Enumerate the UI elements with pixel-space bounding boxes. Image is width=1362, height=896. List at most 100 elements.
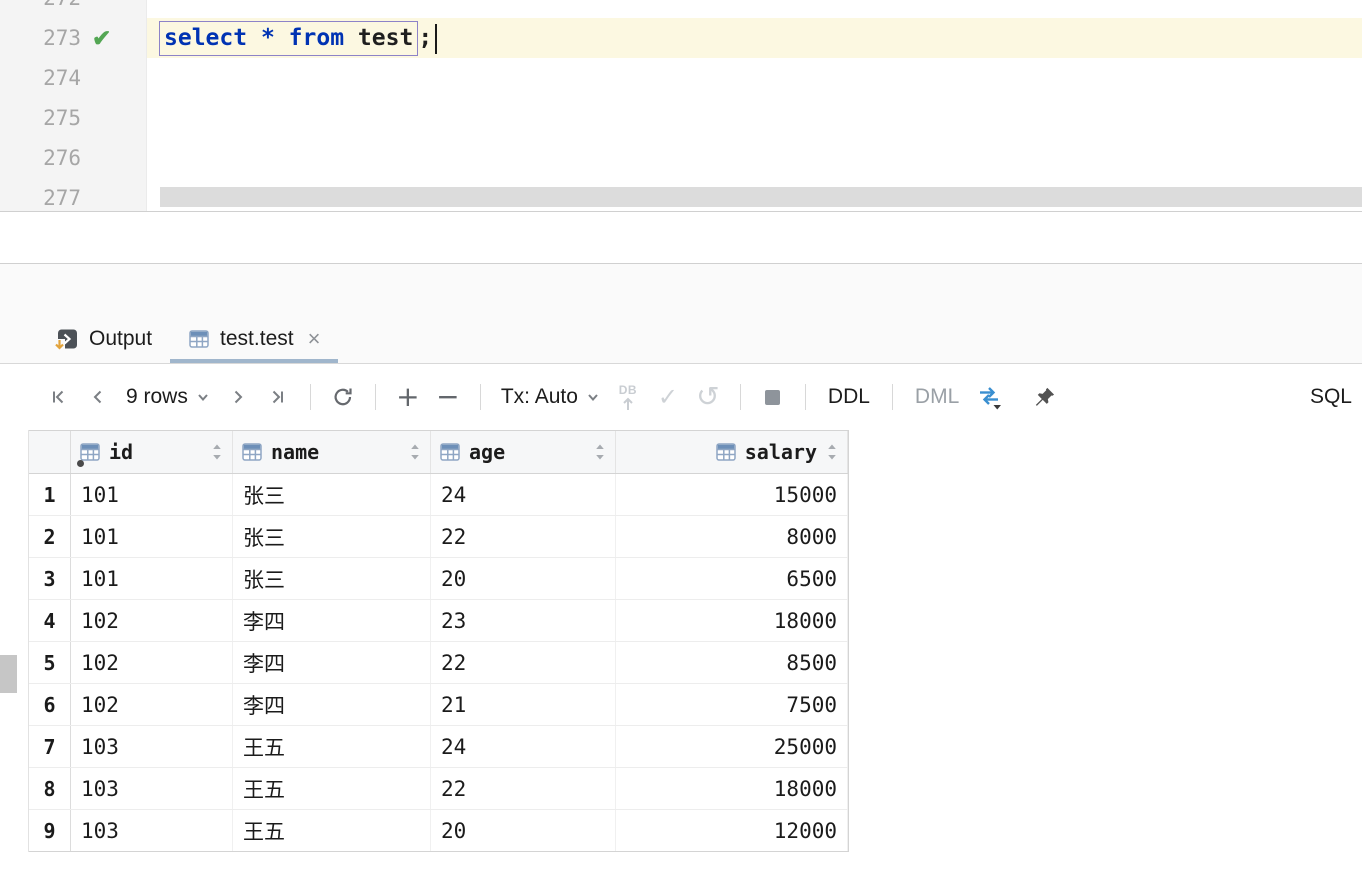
grid-cell-salary[interactable]: 7500 <box>616 684 848 725</box>
grid-cell-id[interactable]: 101 <box>71 516 233 557</box>
table-row[interactable]: 8103王五2218000 <box>29 768 848 810</box>
grid-cell-salary[interactable]: 18000 <box>616 768 848 809</box>
grid-cell-age[interactable]: 22 <box>431 768 616 809</box>
dml-button[interactable]: DML <box>905 385 969 409</box>
grid-cell-name[interactable]: 李四 <box>233 684 431 725</box>
reload-data-button[interactable] <box>326 377 360 417</box>
table-row[interactable]: 5102李四228500 <box>29 642 848 684</box>
grid-cell-id[interactable]: 102 <box>71 642 233 683</box>
semicolon-token: ; <box>418 25 432 51</box>
gutter-line: 272 <box>0 0 147 18</box>
column-header-id[interactable]: id <box>71 431 233 473</box>
tab-output-label: Output <box>89 327 152 351</box>
grid-cell-salary[interactable]: 15000 <box>616 474 848 515</box>
grid-cell-id[interactable]: 103 <box>71 726 233 767</box>
grid-cell-id[interactable]: 101 <box>71 558 233 599</box>
grid-cell-id[interactable]: 103 <box>71 810 233 851</box>
transaction-mode-selector[interactable]: Tx: Auto <box>501 385 600 409</box>
toolbar-separator <box>310 384 311 410</box>
pin-tab-button[interactable] <box>1027 377 1061 417</box>
table-row[interactable]: 4102李四2318000 <box>29 600 848 642</box>
left-splitter-handle[interactable] <box>0 655 17 693</box>
grid-cell-name[interactable]: 王五 <box>233 768 431 809</box>
grid-cell-salary[interactable]: 8000 <box>616 516 848 557</box>
add-row-button[interactable]: + <box>391 377 425 417</box>
keyword-from: from <box>289 25 344 51</box>
stop-button[interactable] <box>756 377 790 417</box>
previous-page-button[interactable] <box>81 377 115 417</box>
row-number[interactable]: 3 <box>29 558 71 599</box>
rollback-button[interactable]: ↺ <box>691 377 725 417</box>
tab-strip: Output test.test × <box>36 315 338 363</box>
grid-cell-age[interactable]: 23 <box>431 600 616 641</box>
grid-cell-id[interactable]: 103 <box>71 768 233 809</box>
sql-statement[interactable]: select * from test; <box>159 18 437 58</box>
last-page-button[interactable] <box>261 377 295 417</box>
ddl-button[interactable]: DDL <box>818 385 880 409</box>
grid-cell-age[interactable]: 20 <box>431 810 616 851</box>
grid-cell-age[interactable]: 24 <box>431 474 616 515</box>
row-number-header <box>29 431 71 473</box>
row-number[interactable]: 8 <box>29 768 71 809</box>
horizontal-scrollbar[interactable] <box>160 187 1362 207</box>
table-row[interactable]: 7103王五2425000 <box>29 726 848 768</box>
toolbar-separator <box>740 384 741 410</box>
table-row[interactable]: 1101张三2415000 <box>29 474 848 516</box>
grid-cell-name[interactable]: 王五 <box>233 810 431 851</box>
row-number[interactable]: 5 <box>29 642 71 683</box>
column-header-salary[interactable]: salary <box>616 431 848 473</box>
row-number[interactable]: 7 <box>29 726 71 767</box>
column-header-name[interactable]: name <box>233 431 431 473</box>
sort-icon[interactable] <box>593 442 607 462</box>
grid-cell-id[interactable]: 102 <box>71 684 233 725</box>
tab-output[interactable]: Output <box>36 315 170 363</box>
grid-cell-name[interactable]: 王五 <box>233 726 431 767</box>
row-number[interactable]: 6 <box>29 684 71 725</box>
grid-cell-name[interactable]: 张三 <box>233 516 431 557</box>
grid-cell-salary[interactable]: 25000 <box>616 726 848 767</box>
grid-cell-salary[interactable]: 12000 <box>616 810 848 851</box>
grid-cell-name[interactable]: 李四 <box>233 642 431 683</box>
close-tab-icon[interactable]: × <box>308 328 321 350</box>
submit-to-database-button[interactable]: DB <box>611 377 645 417</box>
grid-cell-id[interactable]: 101 <box>71 474 233 515</box>
sort-icon[interactable] <box>408 442 422 462</box>
table-row[interactable]: 2101张三228000 <box>29 516 848 558</box>
grid-cell-name[interactable]: 张三 <box>233 474 431 515</box>
primary-key-dot <box>77 460 84 467</box>
grid-cell-age[interactable]: 20 <box>431 558 616 599</box>
grid-cell-name[interactable]: 张三 <box>233 558 431 599</box>
row-number[interactable]: 4 <box>29 600 71 641</box>
table-row[interactable]: 3101张三206500 <box>29 558 848 600</box>
sort-icon[interactable] <box>210 442 224 462</box>
gutter-line: 276 <box>0 138 147 178</box>
row-number[interactable]: 9 <box>29 810 71 851</box>
grid-cell-salary[interactable]: 8500 <box>616 642 848 683</box>
keyword-select: select <box>164 25 247 51</box>
page-size-selector[interactable]: 9 rows <box>126 385 210 409</box>
delete-row-button[interactable]: − <box>431 377 465 417</box>
database-console-toolwindow: Output test.test × 9 rows <box>0 263 1362 896</box>
compare-data-button[interactable] <box>972 377 1006 417</box>
grid-cell-age[interactable]: 22 <box>431 642 616 683</box>
grid-cell-age[interactable]: 21 <box>431 684 616 725</box>
sort-icon[interactable] <box>825 442 839 462</box>
table-row[interactable]: 9103王五2012000 <box>29 810 848 852</box>
grid-cell-name[interactable]: 李四 <box>233 600 431 641</box>
first-page-button[interactable] <box>41 377 75 417</box>
grid-cell-id[interactable]: 102 <box>71 600 233 641</box>
grid-cell-salary[interactable]: 18000 <box>616 600 848 641</box>
commit-button[interactable]: ✓ <box>651 377 685 417</box>
row-number[interactable]: 2 <box>29 516 71 557</box>
grid-cell-age[interactable]: 24 <box>431 726 616 767</box>
tab-test-table[interactable]: test.test × <box>170 315 338 363</box>
grid-cell-salary[interactable]: 6500 <box>616 558 848 599</box>
table-row[interactable]: 6102李四217500 <box>29 684 848 726</box>
gutter-line: 275 <box>0 98 147 138</box>
next-page-button[interactable] <box>221 377 255 417</box>
grid-cell-age[interactable]: 22 <box>431 516 616 557</box>
row-number[interactable]: 1 <box>29 474 71 515</box>
column-header-age[interactable]: age <box>431 431 616 473</box>
sql-editor[interactable]: 272273✔274275276277 select * from test; <box>0 0 1362 212</box>
gutter-line: 273✔ <box>0 18 147 58</box>
